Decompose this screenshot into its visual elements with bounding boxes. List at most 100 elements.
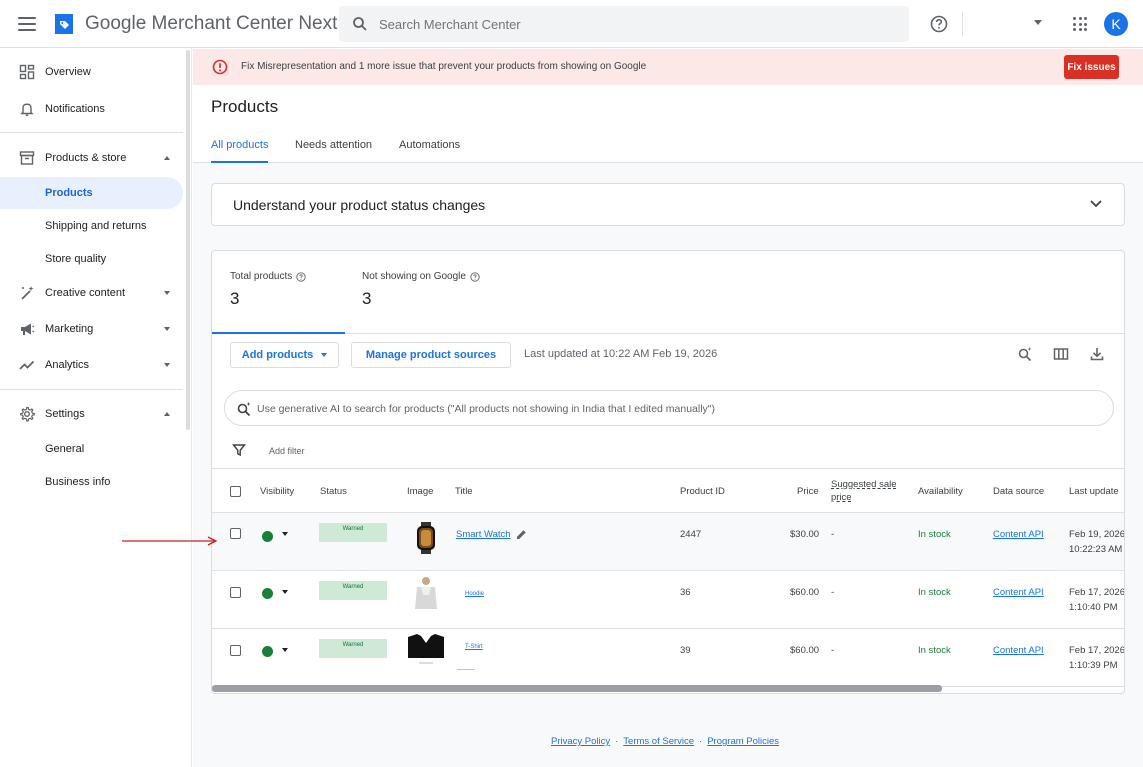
privacy-policy-link[interactable]: Privacy Policy — [551, 736, 610, 747]
program-policies-link[interactable]: Program Policies — [707, 736, 779, 747]
merchant-center-logo-icon — [55, 14, 73, 34]
page-header: Products All products Needs attention Au… — [193, 85, 1143, 163]
footer: Privacy Policy · Terms of Service · Program … — [551, 736, 779, 747]
row-checkbox[interactable] — [230, 645, 241, 656]
account-switcher-caret-icon[interactable] — [1034, 20, 1042, 25]
tab-all-products[interactable]: All products — [211, 139, 269, 163]
product-image-t-shirt[interactable] — [407, 633, 445, 667]
product-title-link[interactable]: T-Shirt — [465, 644, 483, 650]
sidebar-item-label: Products — [45, 187, 93, 199]
issue-banner: Fix Misrepresentation and 1 more issue t… — [193, 49, 1143, 85]
accordion-title: Understand your product status changes — [233, 197, 486, 213]
visibility-status-dot[interactable] — [262, 531, 273, 542]
sidebar-item-label: Marketing — [45, 323, 94, 335]
sidebar-item-label: Store quality — [45, 253, 107, 265]
sidebar-item-notifications[interactable]: Notifications — [0, 93, 183, 125]
column-header-price[interactable]: Price — [797, 486, 819, 497]
sidebar-item-label: General — [45, 443, 85, 455]
last-update-date: Feb 17, 2026 — [1069, 645, 1125, 656]
search-bar[interactable] — [339, 6, 909, 42]
column-header-title[interactable]: Title — [455, 486, 473, 497]
tab-needs-attention[interactable]: Needs attention — [295, 139, 372, 163]
select-all-checkbox[interactable] — [230, 486, 241, 497]
columns-icon[interactable] — [1053, 346, 1069, 362]
tab-automations[interactable]: Automations — [399, 139, 460, 163]
sidebar-item-analytics[interactable]: Analytics — [0, 349, 183, 381]
google-apps-icon[interactable] — [1073, 17, 1087, 31]
row-checkbox[interactable] — [230, 587, 241, 598]
column-header-visibility[interactable]: Visibility — [260, 486, 294, 497]
sidebar-item-marketing[interactable]: Marketing — [0, 313, 183, 345]
annotation-arrow-icon — [122, 536, 218, 546]
column-header-status[interactable]: Status — [320, 486, 347, 497]
sidebar-divider — [0, 389, 183, 390]
sidebar-item-label: Business info — [45, 476, 111, 488]
add-products-button[interactable]: Add products — [230, 342, 339, 368]
sidebar-item-shipping-returns[interactable]: Shipping and returns — [0, 210, 183, 242]
add-filter-button[interactable]: Add filter — [269, 446, 305, 456]
dashboard-icon — [19, 64, 35, 80]
table-row[interactable]: Warned Hoodie 36 $60.00 - In stock Conte… — [212, 571, 1124, 629]
table-row[interactable]: Warned T-Shirt 39 $60.00 - In stock Cont… — [212, 629, 1125, 687]
suggested-sale-price: - — [831, 645, 835, 656]
sidebar-item-products-store[interactable]: Products & store — [0, 142, 183, 174]
ai-search-icon[interactable] — [1017, 346, 1033, 362]
status-changes-accordion[interactable]: Understand your product status changes — [211, 183, 1125, 226]
filter-icon[interactable] — [232, 443, 246, 457]
manage-product-sources-button[interactable]: Manage product sources — [351, 342, 511, 368]
help-icon[interactable] — [296, 271, 306, 282]
table-horizontal-scrollbar[interactable] — [212, 685, 942, 692]
sidebar-item-overview[interactable]: Overview — [0, 56, 183, 88]
footer-separator: · — [699, 736, 703, 747]
sidebar-item-creative-content[interactable]: Creative content — [0, 277, 183, 309]
availability-status: In stock — [918, 587, 951, 598]
data-source-link[interactable]: Content API — [993, 529, 1044, 540]
hamburger-menu-icon[interactable] — [18, 15, 36, 33]
fix-issues-button[interactable]: Fix issues — [1064, 55, 1119, 79]
sidebar-item-products[interactable]: Products — [0, 177, 183, 209]
sidebar-item-label: Notifications — [45, 103, 105, 115]
column-header-data-source[interactable]: Data source — [993, 486, 1044, 497]
column-header-image[interactable]: Image — [407, 486, 433, 497]
sidebar-item-general[interactable]: General — [0, 433, 183, 465]
download-icon[interactable] — [1089, 346, 1105, 362]
sidebar-item-settings[interactable]: Settings — [0, 398, 183, 430]
chevron-down-icon[interactable] — [282, 532, 288, 536]
product-title-link[interactable]: Hoodie — [465, 591, 484, 597]
search-input[interactable] — [379, 6, 879, 42]
avatar[interactable]: K — [1104, 12, 1128, 36]
column-header-product-id[interactable]: Product ID — [680, 486, 725, 497]
chevron-down-icon[interactable] — [282, 590, 288, 594]
availability-status: In stock — [918, 645, 951, 656]
edit-pencil-icon[interactable] — [516, 529, 527, 540]
sidebar-item-business-info[interactable]: Business info — [0, 466, 183, 498]
help-icon[interactable] — [470, 271, 480, 282]
table-row[interactable]: Warned Smart Watch 2447 $30.00 - In stoc… — [212, 513, 1124, 571]
visibility-status-dot[interactable] — [262, 588, 273, 599]
row-checkbox[interactable] — [230, 528, 241, 539]
data-source-link[interactable]: Content API — [993, 587, 1044, 598]
sidebar-item-label: Creative content — [45, 287, 126, 299]
product-title-link[interactable]: Smart Watch — [456, 529, 511, 540]
data-source-link[interactable]: Content API — [993, 645, 1044, 656]
stat-not-showing[interactable]: Not showing on Google 3 — [362, 271, 480, 309]
stat-total-products[interactable]: Total products 3 — [230, 271, 306, 309]
terms-of-service-link[interactable]: Terms of Service — [623, 736, 694, 747]
product-image-hoodie[interactable] — [408, 573, 444, 611]
sidebar-item-store-quality[interactable]: Store quality — [0, 243, 183, 275]
column-header-suggested-sale-price[interactable]: Suggested sale price — [831, 478, 903, 504]
ai-search-input[interactable]: Use generative AI to search for products… — [224, 390, 1114, 426]
chevron-down-icon[interactable] — [282, 648, 288, 652]
chevron-down-icon[interactable] — [1089, 199, 1103, 209]
app-title: Google Merchant Center Next — [85, 13, 338, 34]
product-image-smart-watch[interactable] — [408, 521, 444, 555]
help-icon[interactable] — [929, 14, 949, 34]
column-header-availability[interactable]: Availability — [918, 486, 963, 497]
stat-label: Not showing on Google — [362, 271, 466, 282]
sidebar-scrollbar[interactable] — [186, 50, 190, 430]
column-header-last-update[interactable]: Last update — [1069, 486, 1119, 497]
product-price: $60.00 — [790, 587, 820, 598]
sidebar-item-label: Shipping and returns — [45, 220, 147, 232]
availability-status: In stock — [918, 529, 951, 540]
visibility-status-dot[interactable] — [262, 646, 273, 657]
